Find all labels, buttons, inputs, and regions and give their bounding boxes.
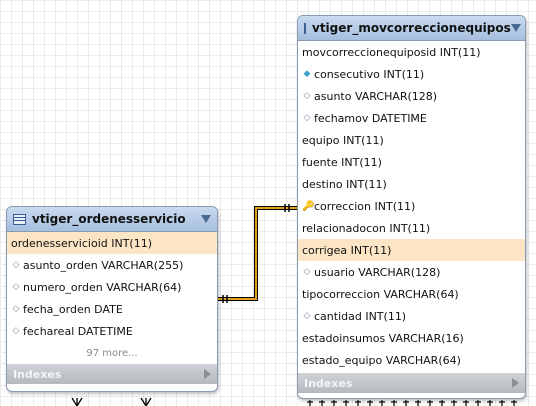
column-row[interactable]: ◇ asunto VARCHAR(128): [298, 85, 525, 107]
column-row[interactable]: ◇ fechamov DATETIME: [298, 107, 525, 129]
column-label: equipo INT(11): [302, 133, 384, 147]
column-label: ordenesservicioid INT(11): [11, 236, 153, 250]
column-label: relacionadocon INT(11): [302, 221, 431, 235]
column-label: corrigea INT(11): [302, 243, 392, 257]
indexes-label: Indexes: [13, 367, 62, 381]
column-label: consecutivo INT(11): [314, 67, 425, 81]
table-icon: [13, 213, 26, 225]
expand-arrow-icon[interactable]: [512, 378, 519, 388]
column-row[interactable]: ordenesservicioid INT(11): [7, 232, 217, 254]
table-title: vtiger_ordenesservicio: [32, 212, 186, 226]
table-icon: [304, 22, 306, 34]
column-row[interactable]: ◇ fecha_orden DATE: [7, 298, 217, 320]
column-row[interactable]: destino INT(11): [298, 173, 525, 195]
indexes-section[interactable]: Indexes: [7, 364, 217, 384]
column-label: numero_orden VARCHAR(64): [23, 280, 182, 294]
column-label: destino INT(11): [302, 177, 387, 191]
column-row[interactable]: 🔑 correccion INT(11): [298, 195, 525, 217]
expand-arrow-icon[interactable]: [204, 369, 211, 379]
collapse-toggle-icon[interactable]: [510, 24, 521, 32]
diamond-outline-icon: ◇: [303, 311, 311, 321]
diamond-outline-icon: ◇: [303, 113, 311, 123]
column-row[interactable]: movcorreccionequiposid INT(11): [298, 41, 525, 63]
more-columns-link[interactable]: 97 more...: [7, 342, 217, 364]
diamond-outline-icon: ◇: [12, 260, 20, 270]
column-row[interactable]: ◇ fechareal DATETIME: [7, 320, 217, 342]
indexes-label: Indexes: [304, 376, 353, 390]
indexes-section[interactable]: Indexes: [298, 373, 525, 393]
column-label: fuente INT(11): [302, 155, 382, 169]
diamond-outline-icon: ◇: [12, 326, 20, 336]
column-row[interactable]: equipo INT(11): [298, 129, 525, 151]
column-row[interactable]: ◆ consecutivo INT(11): [298, 63, 525, 85]
table-header[interactable]: vtiger_movcorreccionequipos: [298, 16, 525, 41]
column-row[interactable]: tipocorreccion VARCHAR(64): [298, 283, 525, 305]
column-row[interactable]: fuente INT(11): [298, 151, 525, 173]
diamond-outline-icon: ◇: [303, 91, 311, 101]
column-list: movcorreccionequiposid INT(11) ◆ consecuti…: [298, 41, 525, 371]
column-label: asunto VARCHAR(128): [314, 89, 438, 103]
table-vtiger-ordenesservicio[interactable]: vtiger_ordenesservicio ordenesservicioid…: [6, 206, 218, 392]
column-label: asunto_orden VARCHAR(255): [23, 258, 184, 272]
column-row[interactable]: ◇ cantidad INT(11): [298, 305, 525, 327]
column-row[interactable]: estado_equipo VARCHAR(64): [298, 349, 525, 371]
collapse-toggle-icon[interactable]: [201, 215, 211, 223]
column-row[interactable]: ◇ asunto_orden VARCHAR(255): [7, 254, 217, 276]
diamond-filled-icon: ◆: [303, 69, 311, 79]
diamond-outline-icon: ◇: [12, 282, 20, 292]
column-label: usuario VARCHAR(128): [314, 265, 441, 279]
column-label: cantidad INT(11): [314, 309, 407, 323]
relationship-line[interactable]: [218, 206, 298, 301]
column-row[interactable]: corrigea INT(11): [298, 239, 525, 261]
table-title: vtiger_movcorreccionequipos: [312, 21, 511, 35]
column-label: estadoinsumos VARCHAR(16): [302, 331, 464, 345]
column-label: estado_equipo VARCHAR(64): [302, 353, 461, 367]
column-label: correccion INT(11): [314, 199, 416, 213]
column-label: tipocorreccion VARCHAR(64): [302, 287, 459, 301]
key-icon: 🔑: [302, 200, 315, 212]
column-label: fecha_orden DATE: [23, 302, 123, 316]
offscreen-connector-marks-right: [307, 400, 517, 406]
column-row[interactable]: relacionadocon INT(11): [298, 217, 525, 239]
column-label: movcorreccionequiposid INT(11): [302, 45, 481, 59]
table-header[interactable]: vtiger_ordenesservicio: [7, 207, 217, 232]
diamond-outline-icon: ◇: [12, 304, 20, 314]
diamond-outline-icon: ◇: [303, 267, 311, 277]
column-row[interactable]: ◇ usuario VARCHAR(128): [298, 261, 525, 283]
column-label: fechamov DATETIME: [314, 111, 427, 125]
offscreen-connector-marks-left: [71, 397, 152, 406]
column-list: ordenesservicioid INT(11) ◇ asunto_orden V…: [7, 232, 217, 342]
column-row[interactable]: estadoinsumos VARCHAR(16): [298, 327, 525, 349]
table-vtiger-movcorreccionequipos[interactable]: vtiger_movcorreccionequipos movcorreccio…: [297, 15, 526, 399]
column-label: fechareal DATETIME: [23, 324, 133, 338]
column-row[interactable]: ◇ numero_orden VARCHAR(64): [7, 276, 217, 298]
